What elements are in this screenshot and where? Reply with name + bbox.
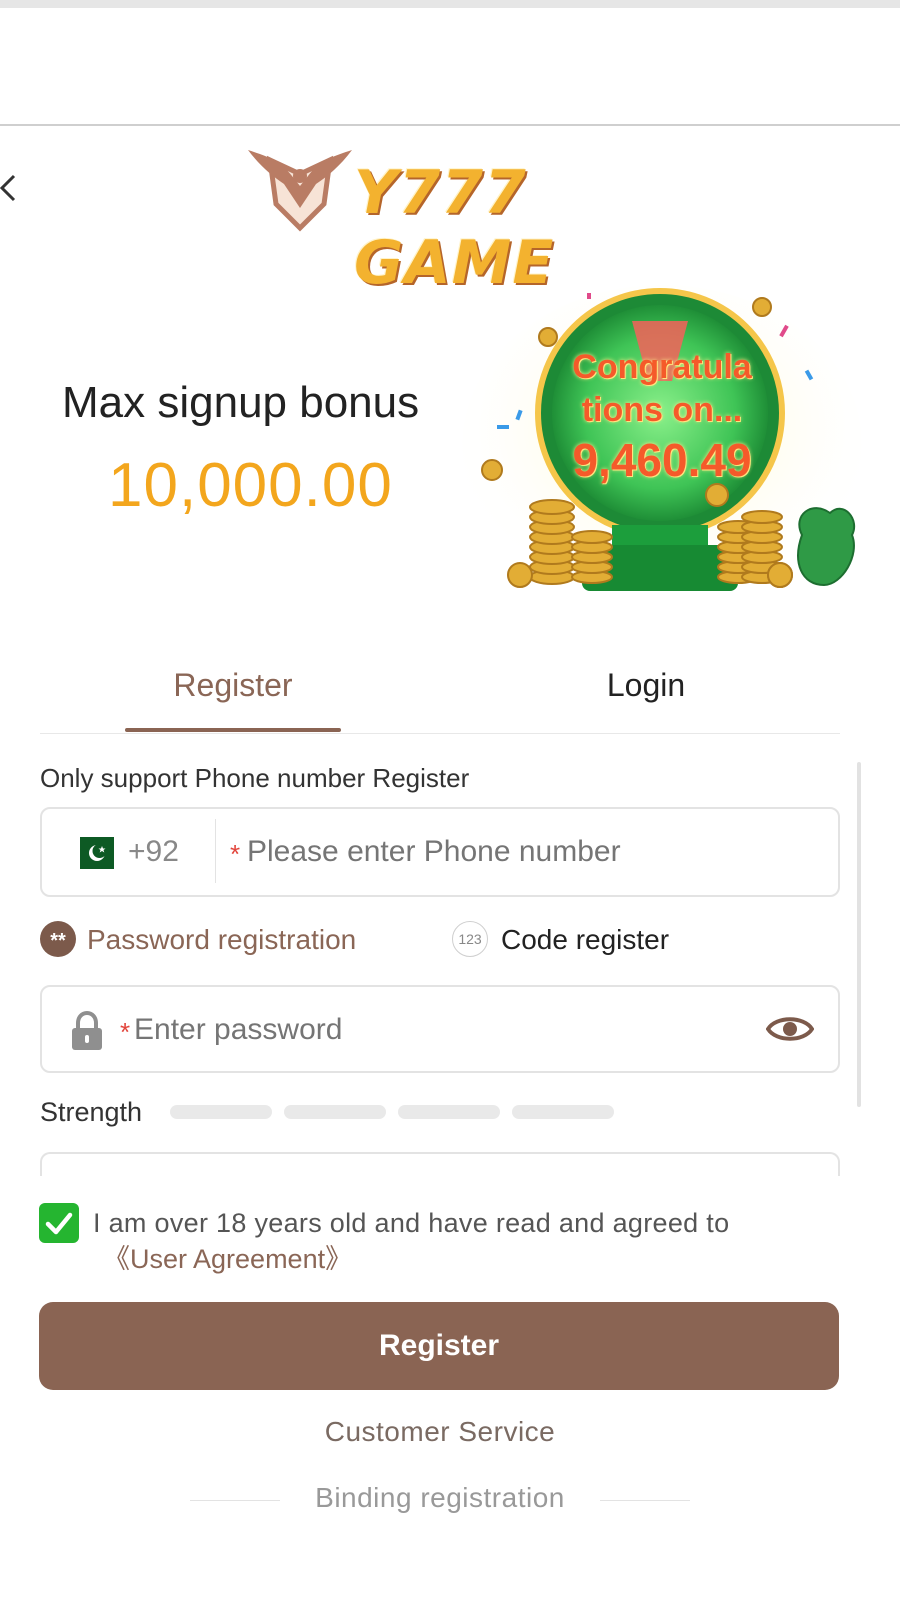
scroll-mask (0, 1176, 900, 1196)
lock-icon (72, 1011, 102, 1050)
wheel-congrats-line1: Congratula (572, 348, 752, 386)
binding-registration-label: Binding registration (315, 1482, 565, 1513)
strength-label: Strength (40, 1097, 143, 1127)
auth-tabs: Register Login (40, 655, 840, 734)
strength-bar (170, 1105, 272, 1119)
support-label: Only support Phone number Register (40, 763, 470, 793)
divider-line (600, 1500, 690, 1501)
agree-text: I am over 18 years old and have read and… (93, 1208, 730, 1238)
form-scrollbar[interactable] (857, 762, 861, 1107)
pakistan-flag-icon (70, 837, 114, 869)
prize-wheel-image: Congratula tions on... 9,460.49 (462, 285, 862, 610)
back-arrow-icon[interactable] (0, 172, 22, 212)
phone-input[interactable] (247, 827, 827, 877)
country-code-selector[interactable]: +92 (128, 835, 179, 869)
user-agreement-link[interactable]: 《User Agreement》 (103, 1241, 352, 1277)
code-register-label: Code register (501, 924, 670, 955)
strength-bar (284, 1105, 386, 1119)
strength-bar (398, 1105, 500, 1119)
browser-top-area (0, 8, 900, 126)
status-bar (0, 0, 900, 8)
password-field: * (40, 985, 840, 1073)
strength-bar (512, 1105, 614, 1119)
checkmark-icon (45, 1212, 73, 1235)
phone-field: +92 * (40, 807, 840, 897)
bonus-title: Max signup bonus (62, 378, 420, 427)
register-button[interactable]: Register (39, 1302, 839, 1390)
code-mode-icon: 123 (452, 921, 488, 957)
wheel-amount: 9,460.49 (572, 434, 752, 486)
active-tab-indicator (125, 728, 341, 732)
required-star: * (230, 839, 241, 869)
registration-mode-row: ** Password registration 123 Code regist… (40, 920, 840, 960)
phone-divider (215, 819, 216, 883)
wheel-congrats-line2: tions on... (581, 391, 743, 429)
logo-text: Y777 GAME (354, 158, 555, 298)
customer-service-link[interactable]: Customer Service (0, 1416, 880, 1448)
tab-login[interactable]: Login (440, 655, 852, 729)
eye-icon[interactable] (766, 1011, 814, 1047)
brand-logo: Y777 GAME (246, 146, 656, 298)
password-input[interactable] (134, 1005, 734, 1055)
password-mode-icon: ** (40, 921, 76, 957)
tab-register[interactable]: Register (125, 655, 341, 729)
bonus-amount: 10,000.00 (108, 451, 393, 520)
binding-registration-row: Binding registration (190, 1482, 690, 1522)
password-registration-label: Password registration (87, 924, 357, 955)
agree-checkbox[interactable] (39, 1203, 79, 1243)
required-star: * (120, 1017, 131, 1047)
eagle-shield-icon (248, 150, 352, 232)
